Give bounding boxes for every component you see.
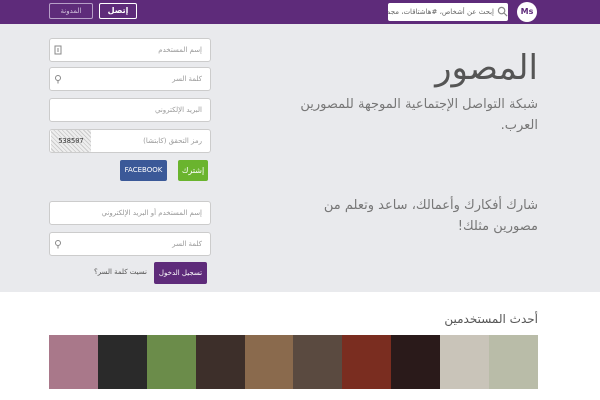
signup-password-placeholder: كلمة السر (172, 75, 202, 83)
signup-username-placeholder: إسم المستخدم (158, 46, 202, 54)
key-icon (55, 75, 61, 84)
user-photo[interactable] (342, 335, 392, 389)
user-photo[interactable] (489, 335, 538, 389)
user-photo[interactable] (293, 335, 343, 389)
user-photo[interactable] (244, 335, 294, 389)
signup-email-placeholder: البريد الإلكتروني (155, 106, 202, 114)
forgot-password-link[interactable]: نسيت كلمة السر؟ (94, 268, 147, 276)
connect-button[interactable]: إتصل (99, 3, 137, 19)
user-photo[interactable] (391, 335, 441, 389)
user-photo[interactable] (146, 335, 196, 389)
latest-users-title: أحدث المستخدمين (444, 312, 538, 326)
user-photo[interactable] (97, 335, 147, 389)
signup-email-field[interactable]: البريد الإلكتروني (49, 98, 211, 122)
captcha-placeholder: رمز التحقق (كابتشا) (143, 137, 202, 145)
login-password-placeholder: كلمة السر (172, 240, 202, 248)
top-bar: المدونة إتصل إبحث عن أشخاص، #هاشتاقات، م… (0, 0, 600, 24)
login-user-field[interactable]: إسم المستخدم أو البريد الإلكتروني (49, 201, 211, 225)
user-icon (54, 45, 62, 55)
blog-button[interactable]: المدونة (49, 3, 93, 19)
latest-users-section: أحدث المستخدمين (0, 292, 600, 400)
search-icon (497, 6, 508, 17)
login-user-placeholder: إسم المستخدم أو البريد الإلكتروني (101, 209, 202, 217)
search-input[interactable]: إبحث عن أشخاص، #هاشتاقات، مجموعات (388, 3, 508, 21)
latest-users-photos (49, 335, 538, 389)
page-subtitle: شبكة التواصل الإجتماعية الموجهة للمصورين… (300, 97, 538, 133)
login-button[interactable]: تسجيل الدخول (154, 262, 207, 284)
user-photo[interactable] (440, 335, 490, 389)
site-logo[interactable]: Ms (517, 2, 537, 22)
tagline: شارك أفكارك وأعمالك، ساعد وتعلم من مصوري… (323, 198, 538, 234)
user-photo[interactable] (195, 335, 245, 389)
facebook-button[interactable]: FACEBOOK (120, 160, 167, 181)
signup-username-field[interactable]: إسم المستخدم (49, 38, 211, 62)
user-photo[interactable] (49, 335, 98, 389)
login-password-field[interactable]: كلمة السر (49, 232, 211, 256)
captcha-image: 538507 (51, 130, 91, 152)
signup-password-field[interactable]: كلمة السر (49, 67, 211, 91)
key-icon (55, 240, 61, 249)
page-title: المصور (435, 48, 538, 88)
join-button[interactable]: إشترك (178, 160, 208, 181)
